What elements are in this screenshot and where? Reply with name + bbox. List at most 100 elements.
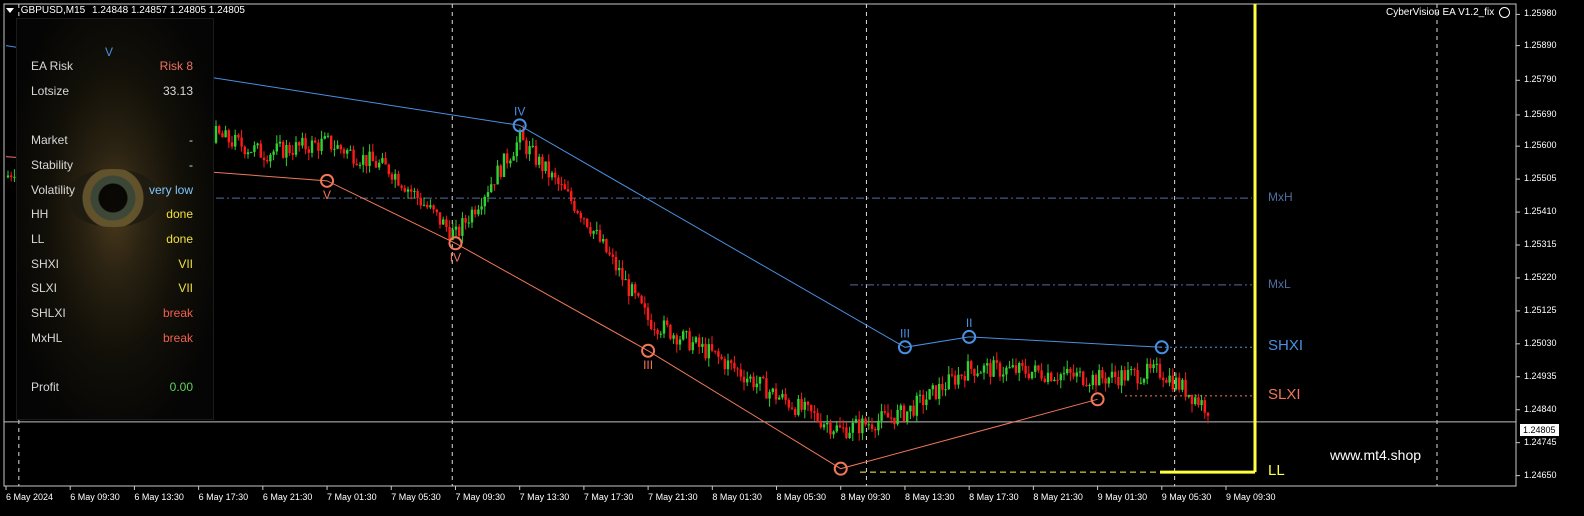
symbol-label: GBPUSD,M15 bbox=[20, 5, 86, 16]
bear-candle bbox=[1104, 378, 1107, 384]
bull-candle bbox=[480, 206, 483, 210]
bear-candle bbox=[621, 267, 624, 280]
bear-candle bbox=[419, 198, 422, 206]
bear-candle bbox=[1021, 363, 1024, 366]
bull-candle bbox=[797, 398, 800, 415]
y-tick-label: 1.25220 bbox=[1524, 271, 1557, 282]
bear-candle bbox=[1197, 397, 1200, 406]
bull-candle bbox=[595, 229, 598, 232]
bear-candle bbox=[464, 218, 467, 223]
bull-candle bbox=[550, 172, 554, 178]
bull-candle bbox=[832, 431, 835, 435]
lower-pivot-marker-label: V bbox=[323, 188, 331, 202]
bear-candle bbox=[1117, 376, 1120, 386]
x-tick-label: 8 May 09:30 bbox=[840, 492, 891, 502]
bear-candle bbox=[1024, 365, 1027, 374]
x-tick-label: 7 May 09:30 bbox=[455, 492, 505, 502]
bull-candle bbox=[624, 279, 627, 281]
bear-candle bbox=[1123, 370, 1126, 381]
bull-candle bbox=[938, 383, 941, 399]
bear-candle bbox=[922, 394, 925, 406]
bull-candle bbox=[1075, 372, 1078, 377]
chart-header[interactable]: GBPUSD,M15 1.24848 1.24857 1.24805 1.248… bbox=[6, 5, 245, 16]
bear-candle bbox=[890, 417, 893, 419]
bear-candle bbox=[838, 425, 842, 428]
panel-row-label: SHLXI bbox=[31, 306, 66, 320]
bear-candle bbox=[605, 238, 608, 253]
bull-candle bbox=[803, 401, 806, 410]
bull-candle bbox=[346, 150, 349, 154]
bull-candle bbox=[486, 192, 490, 197]
bull-candle bbox=[906, 411, 909, 422]
bull-candle bbox=[275, 143, 278, 152]
bull-candle bbox=[310, 140, 314, 153]
bear-candle bbox=[410, 189, 413, 192]
bear-candle bbox=[579, 212, 582, 219]
bull-candle bbox=[992, 360, 995, 377]
bear-candle bbox=[784, 393, 787, 400]
bull-candle bbox=[1200, 400, 1203, 406]
bear-candle bbox=[541, 156, 544, 172]
bear-candle bbox=[934, 385, 938, 399]
bull-candle bbox=[496, 165, 499, 185]
bull-candle bbox=[1139, 382, 1142, 384]
bull-candle bbox=[1034, 365, 1037, 372]
bear-candle bbox=[970, 361, 973, 369]
bear-candle bbox=[739, 369, 742, 377]
bear-candle bbox=[995, 360, 998, 363]
bear-candle bbox=[522, 131, 525, 141]
ea-info-panel: V EA Risk Risk 8 Lotsize 33.13 Market - Stabil… bbox=[16, 18, 214, 420]
bear-candle bbox=[874, 428, 877, 431]
bear-candle bbox=[954, 375, 957, 385]
bull-candle bbox=[358, 164, 362, 166]
bear-candle bbox=[634, 284, 637, 294]
bear-candle bbox=[1171, 375, 1174, 390]
bear-candle bbox=[1190, 394, 1194, 405]
bull-candle bbox=[320, 138, 323, 151]
bull-candle bbox=[301, 137, 304, 146]
bear-candle bbox=[499, 165, 502, 177]
bear-candle bbox=[1037, 365, 1040, 371]
price-chart[interactable]: IVIIIIIVIVIVIII bbox=[0, 0, 1584, 516]
bull-candle bbox=[1091, 374, 1094, 386]
bull-candle bbox=[662, 320, 666, 334]
bull-candle bbox=[771, 388, 774, 392]
bull-candle bbox=[429, 205, 432, 208]
bull-candle bbox=[1062, 373, 1066, 375]
bull-candle bbox=[1088, 385, 1091, 387]
bull-candle bbox=[1005, 367, 1008, 375]
bear-candle bbox=[1082, 371, 1085, 386]
y-tick-label: 1.25980 bbox=[1524, 8, 1557, 19]
bear-candle bbox=[374, 161, 378, 168]
panel-row: Volatility very low bbox=[31, 183, 193, 201]
smiley-icon[interactable] bbox=[1499, 7, 1510, 18]
panel-row: HH done bbox=[31, 207, 193, 225]
panel-top-marker: V bbox=[105, 45, 114, 59]
bull-candle bbox=[490, 184, 493, 193]
x-tick-label: 7 May 05:30 bbox=[391, 492, 441, 502]
chart-area[interactable]: IVIIIIIVIVIVIII GBPUSD,M15 1.24848 1.248… bbox=[0, 0, 1584, 516]
bull-candle bbox=[1059, 374, 1062, 381]
ea-title[interactable]: CyberVision EA V1.2_fix bbox=[1386, 7, 1510, 18]
bear-candle bbox=[858, 419, 861, 434]
bear-candle bbox=[474, 209, 477, 215]
bear-candle bbox=[640, 295, 643, 304]
bull-candle bbox=[682, 331, 685, 340]
bear-candle bbox=[762, 376, 765, 379]
chevron-down-icon[interactable] bbox=[6, 7, 14, 13]
bull-candle bbox=[1142, 378, 1146, 383]
bear-candle bbox=[714, 350, 717, 352]
bear-candle bbox=[1027, 373, 1030, 379]
bull-candle bbox=[822, 424, 826, 428]
bear-candle bbox=[298, 142, 301, 146]
bull-candle bbox=[848, 432, 851, 438]
x-tick-label: 7 May 13:30 bbox=[519, 492, 570, 502]
upper-pivot-marker-label: II bbox=[966, 316, 973, 330]
bull-candle bbox=[1078, 371, 1082, 373]
lower-pivot-marker-label: III bbox=[643, 358, 653, 372]
bear-candle bbox=[1133, 369, 1136, 371]
bear-candle bbox=[960, 374, 963, 376]
x-tick-label: 8 May 05:30 bbox=[776, 492, 827, 502]
current-price-tag: 1.24805 bbox=[1520, 424, 1559, 436]
bear-candle bbox=[614, 256, 618, 271]
